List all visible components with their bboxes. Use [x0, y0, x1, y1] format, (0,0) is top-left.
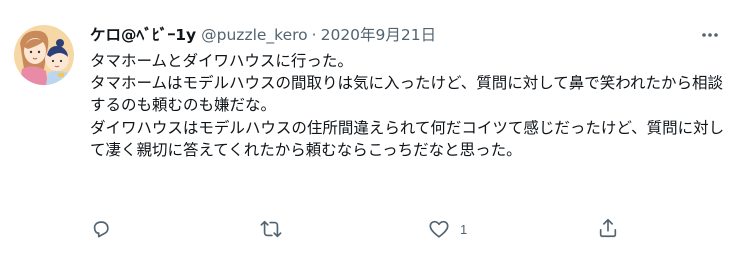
more-icon[interactable] — [696, 26, 724, 44]
retweet-icon — [260, 220, 282, 238]
tweet-text: タマホームとダイワハウスに行った。 タマホームはモデルハウスの間取りは気に入った… — [90, 50, 730, 161]
share-icon — [599, 218, 617, 238]
tweet-card[interactable]: ケロ@ﾍﾞﾋﾞｰ1y @puzzle_kero · 2020年9月21日 タマホ… — [0, 0, 755, 254]
separator: · — [311, 26, 317, 44]
like-count: 1 — [460, 221, 468, 237]
tweet-line: タマホームはモデルハウスの間取りは気に入ったけど、質問に対して鼻で笑われたから相… — [90, 74, 724, 115]
retweet-button[interactable] — [259, 218, 283, 240]
like-button[interactable]: 1 — [428, 218, 467, 240]
action-bar: 1 — [0, 215, 755, 241]
share-button[interactable] — [597, 217, 619, 239]
timestamp[interactable]: 2020年9月21日 — [321, 24, 437, 46]
reply-icon — [93, 221, 109, 238]
avatar-illustration — [14, 25, 74, 85]
tweet-line: ダイワハウスはモデルハウスの住所間違えられて何だコイツて感じだったけど、質問に対… — [90, 118, 725, 159]
avatar[interactable] — [14, 25, 74, 85]
display-name[interactable]: ケロ@ﾍﾞﾋﾞｰ1y — [90, 24, 196, 46]
reply-button[interactable] — [90, 218, 112, 240]
tweet-line: タマホームとダイワハウスに行った。 — [90, 52, 353, 70]
heart-icon — [429, 220, 449, 238]
tweet-header: ケロ@ﾍﾞﾋﾞｰ1y @puzzle_kero · 2020年9月21日 — [90, 24, 436, 46]
user-handle[interactable]: @puzzle_kero — [201, 24, 308, 46]
